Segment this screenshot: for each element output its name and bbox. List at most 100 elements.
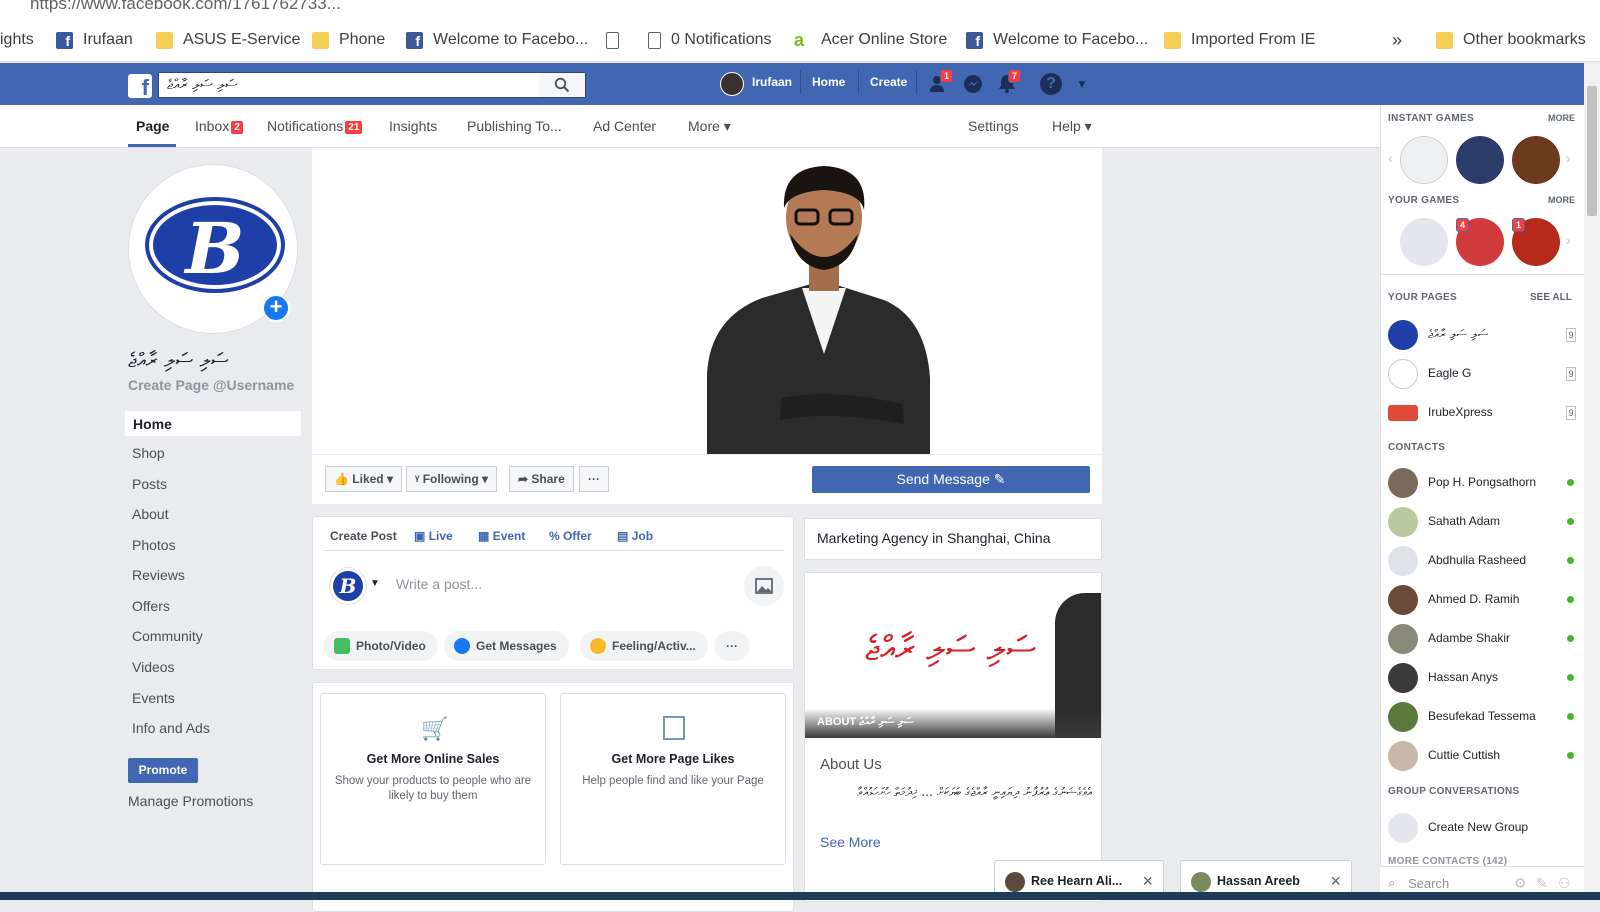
game-tile-3[interactable] — [1512, 136, 1560, 184]
page-row[interactable]: IrubeXpress 9 — [1388, 396, 1576, 430]
sudoku-game-icon[interactable] — [1400, 136, 1448, 184]
see-more-link[interactable]: See More — [820, 834, 881, 850]
bookmark-acer[interactable]: a Acer Online Store — [794, 29, 947, 51]
bookmark-facebook-2[interactable]: f Welcome to Facebo... — [966, 29, 1148, 51]
game-tile-2[interactable] — [1456, 136, 1504, 184]
bookmark-asus[interactable]: ASUS E-Service — [156, 29, 300, 51]
composer-avatar[interactable]: B — [330, 568, 366, 604]
get-more-sales-card[interactable]: 🛒 Get More Online Sales Show your produc… — [320, 693, 546, 865]
chevron-left-icon[interactable]: ‹ — [1388, 150, 1393, 166]
profile-avatar[interactable] — [720, 72, 744, 96]
page-row[interactable]: ސަލި ސަލި ރާއްޖެ 9 — [1388, 318, 1576, 352]
left-nav-videos[interactable]: Videos — [124, 654, 302, 681]
tab-notifications[interactable]: Notifications 21 — [267, 118, 363, 134]
create-username-link[interactable]: Create Page @Username — [128, 377, 294, 393]
search-button[interactable] — [539, 73, 585, 97]
send-message-button[interactable]: Send Message ✎ — [812, 466, 1090, 493]
add-people-icon[interactable]: ⚇ — [1558, 875, 1571, 892]
add-photo-icon[interactable] — [744, 566, 784, 606]
bookmark-notifications[interactable]: 0 Notifications — [648, 29, 772, 51]
feeling-activity-button[interactable]: Feeling/Activ... — [580, 631, 708, 661]
tab-publishing-tools[interactable]: Publishing To... — [467, 118, 562, 134]
tab-help[interactable]: Help ▾ — [1052, 118, 1092, 135]
tab-settings[interactable]: Settings — [968, 118, 1019, 134]
profile-link[interactable]: Irufaan — [752, 75, 792, 89]
add-photo-button[interactable]: + — [262, 294, 290, 322]
chevron-right-icon[interactable]: › — [1566, 150, 1571, 166]
bookmark-other[interactable]: Other bookmarks — [1436, 29, 1586, 51]
search-input[interactable] — [159, 73, 539, 97]
create-post-tab[interactable]: Create Post — [330, 529, 397, 543]
more-options-button[interactable]: ··· — [714, 631, 750, 661]
identity-chevron-icon[interactable]: ▼ — [370, 578, 380, 589]
left-nav-reviews[interactable]: Reviews — [124, 562, 302, 589]
tab-ad-center[interactable]: Ad Center — [593, 118, 656, 134]
see-all-link[interactable]: SEE ALL — [1530, 292, 1572, 303]
manage-promotions-link[interactable]: Manage Promotions — [128, 793, 253, 809]
chat-search-input[interactable]: Search — [1408, 876, 1449, 891]
your-games-more-link[interactable]: MORE — [1548, 195, 1575, 205]
bookmark-facebook-1[interactable]: f Welcome to Facebo... — [406, 29, 588, 51]
tab-page[interactable]: Page — [136, 118, 169, 134]
promote-button[interactable]: Promote — [128, 758, 198, 783]
bookmarks-overflow-button[interactable]: » — [1392, 29, 1402, 51]
account-menu-chevron-icon[interactable]: ▼ — [1076, 73, 1098, 95]
facebook-logo-icon[interactable]: f — [128, 74, 152, 98]
left-nav-events[interactable]: Events — [124, 685, 302, 712]
contact-row[interactable]: Adambe Shakir — [1388, 622, 1576, 656]
scrollbar-thumb[interactable] — [1587, 86, 1597, 216]
game-tile-4[interactable] — [1400, 218, 1448, 266]
bookmark-blank-page[interactable] — [606, 29, 629, 51]
photo-video-button[interactable]: Photo/Video — [324, 631, 438, 661]
tab-insights[interactable]: Insights — [389, 118, 437, 134]
left-nav-offers[interactable]: Offers — [124, 593, 302, 620]
gear-icon[interactable]: ⚙ — [1514, 875, 1527, 892]
tab-inbox[interactable]: Inbox 2 — [195, 118, 243, 134]
get-messages-button[interactable]: Get Messages — [444, 631, 569, 661]
left-nav-community[interactable]: Community — [124, 623, 302, 650]
event-tab[interactable]: ▦ Event — [478, 529, 525, 543]
page-row[interactable]: Eagle G 9 — [1388, 357, 1576, 391]
left-nav-shop[interactable]: Shop — [124, 440, 302, 467]
offer-tab[interactable]: % Offer — [549, 529, 592, 543]
contact-row[interactable]: Cuttie Cuttish — [1388, 739, 1576, 773]
bookmark-irufaan[interactable]: f Irufaan — [56, 29, 133, 51]
friend-requests-button[interactable]: 1 — [928, 69, 954, 95]
create-group-row[interactable]: Create New Group — [1388, 811, 1576, 845]
left-nav-home[interactable]: Home — [124, 410, 302, 437]
more-actions-button[interactable]: ··· — [579, 466, 609, 492]
help-question-icon[interactable]: ? — [1040, 73, 1062, 95]
chevron-right-icon[interactable]: › — [1566, 232, 1571, 248]
bookmark-phone[interactable]: Phone — [312, 29, 385, 51]
share-button[interactable]: ➦ Share — [509, 466, 574, 492]
get-more-likes-card[interactable]: Get More Page Likes Help people find and… — [560, 693, 786, 865]
contact-row[interactable]: Ahmed D. Ramih — [1388, 583, 1576, 617]
cover-photo[interactable] — [312, 148, 1102, 454]
create-link[interactable]: Create — [870, 75, 907, 89]
liked-button[interactable]: 👍 Liked ▾ — [325, 466, 402, 492]
contact-row[interactable]: Sahath Adam — [1388, 505, 1576, 539]
messenger-button[interactable] — [962, 73, 984, 95]
contact-row[interactable]: Besufekad Tessema — [1388, 700, 1576, 734]
bookmark-imported-ie[interactable]: Imported From IE — [1164, 29, 1315, 51]
compose-icon[interactable]: ✎ — [1536, 875, 1548, 892]
home-link[interactable]: Home — [812, 75, 845, 89]
notifications-button[interactable]: 7 — [996, 69, 1022, 95]
following-button[interactable]: ᵞ Following ▾ — [406, 466, 498, 492]
contact-row[interactable]: Abdhulla Rasheed — [1388, 544, 1576, 578]
write-post-input[interactable]: Write a post... — [396, 576, 482, 592]
left-nav-photos[interactable]: Photos — [124, 532, 302, 559]
address-bar[interactable]: https://www.facebook.com/1761762733... — [0, 0, 1600, 16]
instant-games-more-link[interactable]: MORE — [1548, 113, 1575, 123]
left-nav-posts[interactable]: Posts — [124, 471, 302, 498]
job-tab[interactable]: ▤ Job — [617, 529, 653, 543]
close-icon[interactable]: × — [1330, 871, 1341, 892]
close-icon[interactable]: × — [1142, 871, 1153, 892]
tab-more[interactable]: More ▾ — [688, 118, 731, 135]
bookmark-insights[interactable]: ights — [0, 29, 34, 51]
contact-row[interactable]: Hassan Anys — [1388, 661, 1576, 695]
left-nav-info-and-ads[interactable]: Info and Ads — [124, 715, 302, 742]
contact-row[interactable]: Pop H. Pongsathorn — [1388, 466, 1576, 500]
live-tab[interactable]: ▣ Live — [414, 529, 453, 543]
left-nav-about[interactable]: About — [124, 501, 302, 528]
